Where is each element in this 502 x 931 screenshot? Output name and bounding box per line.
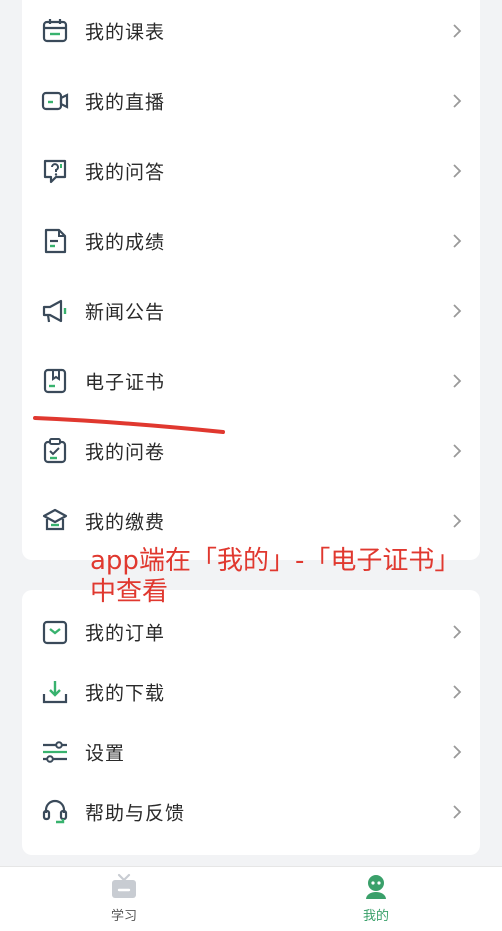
- megaphone-icon: [40, 296, 70, 326]
- chevron-right-icon: [450, 743, 464, 761]
- tab-mine[interactable]: 我的: [316, 867, 436, 931]
- menu-item-label: 我的课表: [85, 21, 166, 44]
- menu-item-downloads[interactable]: 我的下载: [22, 664, 480, 720]
- menu-item-help[interactable]: 帮助与反馈: [22, 784, 480, 840]
- menu-item-questionnaire[interactable]: 我的问卷: [22, 423, 480, 479]
- settings-sliders-icon: [40, 737, 70, 767]
- certificate-icon: [40, 366, 70, 396]
- score-document-icon: [40, 226, 70, 256]
- chevron-right-icon: [450, 302, 464, 320]
- menu-item-news[interactable]: 新闻公告: [22, 283, 480, 339]
- payment-icon: [40, 506, 70, 536]
- menu-item-label: 我的直播: [85, 91, 166, 114]
- chevron-right-icon: [450, 623, 464, 641]
- chevron-right-icon: [450, 442, 464, 460]
- menu-item-qa[interactable]: 我的问答: [22, 143, 480, 199]
- menu-item-label: 帮助与反馈: [85, 802, 186, 825]
- tab-mine-label: 我的: [362, 909, 389, 924]
- chevron-right-icon: [450, 162, 464, 180]
- headset-icon: [40, 797, 70, 827]
- bottom-tab-bar: 学习 我的: [0, 866, 502, 931]
- menu-item-label: 我的问卷: [85, 441, 166, 464]
- menu-item-scores[interactable]: 我的成绩: [22, 213, 480, 269]
- tab-study-label: 学习: [110, 909, 137, 924]
- chevron-right-icon: [450, 92, 464, 110]
- tab-study[interactable]: 学习: [64, 867, 184, 931]
- chevron-right-icon: [450, 803, 464, 821]
- download-icon: [40, 677, 70, 707]
- tv-icon: [109, 873, 139, 901]
- chevron-right-icon: [450, 683, 464, 701]
- menu-item-label: 我的问答: [85, 161, 166, 184]
- menu-item-live[interactable]: 我的直播: [22, 73, 480, 129]
- chevron-right-icon: [450, 232, 464, 250]
- chevron-right-icon: [450, 512, 464, 530]
- chevron-right-icon: [450, 22, 464, 40]
- menu-item-label: 新闻公告: [85, 301, 166, 324]
- menu-item-settings[interactable]: 设置: [22, 724, 480, 780]
- question-icon: [40, 156, 70, 186]
- menu-item-orders[interactable]: 我的订单: [22, 604, 480, 660]
- live-video-icon: [40, 86, 70, 116]
- order-icon: [40, 617, 70, 647]
- menu-item-label: 设置: [85, 742, 126, 765]
- menu-card-secondary: 我的订单 我的下载 设置 帮助与反馈: [22, 590, 480, 855]
- menu-item-label: 电子证书: [85, 371, 166, 394]
- calendar-icon: [40, 16, 70, 46]
- menu-item-schedule[interactable]: 我的课表: [22, 3, 480, 59]
- menu-item-label: 我的订单: [85, 622, 166, 645]
- questionnaire-icon: [40, 436, 70, 466]
- menu-item-label: 我的缴费: [85, 511, 166, 534]
- menu-item-payment[interactable]: 我的缴费: [22, 493, 480, 549]
- menu-item-label: 我的成绩: [85, 231, 166, 254]
- menu-item-certificate[interactable]: 电子证书: [22, 353, 480, 409]
- chevron-right-icon: [450, 372, 464, 390]
- annotation-text: app端在「我的」-「电子证书」中查看: [90, 546, 448, 607]
- user-avatar-icon: [361, 873, 391, 901]
- menu-item-label: 我的下载: [85, 682, 166, 705]
- menu-card-primary: 我的课表 我的直播 我的问答 我的成绩 新闻公告 电子证书 我的问卷 我的缴费: [22, 0, 480, 560]
